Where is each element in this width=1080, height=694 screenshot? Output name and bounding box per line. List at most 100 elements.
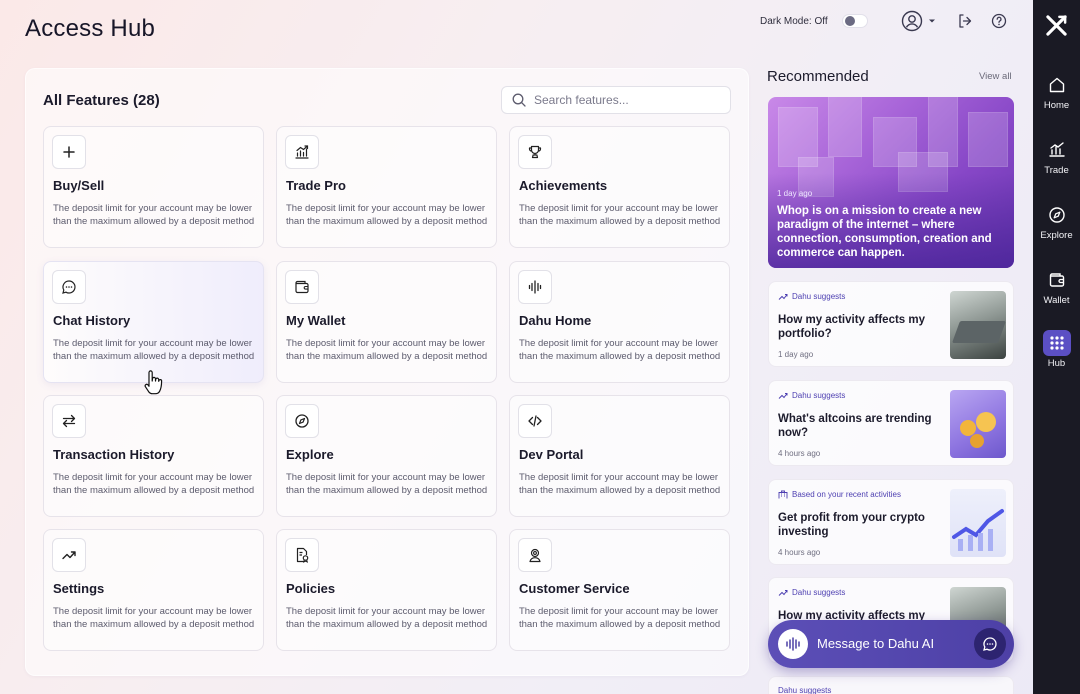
soundwave-icon — [518, 270, 552, 304]
news-source-label: Dahu suggests — [792, 391, 846, 400]
profile-menu-button[interactable] — [899, 10, 939, 32]
search-input[interactable]: Search features... — [501, 86, 731, 114]
hero-image-block — [968, 112, 1008, 167]
swap-arrows-icon — [52, 404, 86, 438]
feature-card-my-wallet[interactable]: My Wallet The deposit limit for your acco… — [276, 261, 497, 383]
feature-card-description: The deposit limit for your account may b… — [519, 606, 721, 630]
feature-card-description: The deposit limit for your account may b… — [53, 203, 255, 227]
sidebar-item-label: Home — [1043, 100, 1070, 111]
trend-up-icon — [778, 589, 788, 596]
features-title: All Features (28) — [43, 92, 160, 109]
news-card[interactable]: Dahu suggests How my activity affects my… — [768, 281, 1014, 367]
ai-chat-button[interactable] — [974, 628, 1006, 660]
sidebar-item-hub[interactable]: Hub — [1033, 330, 1080, 369]
feature-card-title: Settings — [53, 581, 105, 596]
feature-card-description: The deposit limit for your account may b… — [519, 203, 721, 227]
feature-card-description: The deposit limit for your account may b… — [53, 338, 255, 362]
trade-chart-icon — [1043, 137, 1071, 163]
compass-icon — [1043, 202, 1071, 228]
compass-icon — [285, 404, 319, 438]
news-title: Get profit from your crypto investing — [778, 512, 925, 538]
ai-message-label: Message to Dahu AI — [817, 636, 935, 651]
news-time: 4 hours ago — [778, 449, 821, 458]
document-icon — [285, 538, 319, 572]
logout-icon — [959, 14, 972, 28]
hero-article-card[interactable]: 1 day ago Whop is on a mission to create… — [768, 97, 1014, 268]
voice-button[interactable] — [778, 629, 808, 659]
news-card[interactable]: Based on your recent activities Get prof… — [768, 479, 1014, 565]
feature-card-settings[interactable]: Settings The deposit limit for your accou… — [43, 529, 264, 651]
wallet-icon — [285, 270, 319, 304]
trend-up-icon — [52, 538, 86, 572]
help-button[interactable] — [989, 11, 1009, 31]
home-icon — [1043, 72, 1071, 98]
news-source: Dahu suggests — [778, 588, 845, 597]
feature-card-buy-sell[interactable]: Buy/Sell The deposit limit for your accou… — [43, 126, 264, 248]
feature-card-description: The deposit limit for your account may b… — [286, 606, 488, 630]
dark-mode-toggle[interactable] — [842, 14, 868, 28]
wallet-icon — [1043, 267, 1071, 293]
news-source-label: Dahu suggests — [792, 588, 846, 597]
soundwave-icon — [786, 637, 800, 651]
news-source-label: Dahu suggests — [778, 686, 832, 694]
support-icon — [518, 538, 552, 572]
news-title: How my activity affects my portfolio? — [778, 314, 926, 340]
hero-image-block — [828, 97, 862, 157]
news-title: What's altcoins are trending now? — [778, 413, 932, 439]
ai-message-bar[interactable]: Message to Dahu AI — [768, 620, 1014, 668]
app-sidebar: Home Trade Explore Wallet Hub — [1033, 0, 1080, 694]
view-all-link[interactable]: View all — [979, 71, 1012, 82]
sidebar-item-trade[interactable]: Trade — [1033, 137, 1080, 176]
toggle-knob — [845, 16, 855, 26]
sidebar-item-label: Wallet — [1043, 295, 1070, 306]
feature-card-trade-pro[interactable]: Trade Pro The deposit limit for your acco… — [276, 126, 497, 248]
logout-button[interactable] — [955, 11, 975, 31]
trend-up-icon — [778, 293, 788, 300]
news-thumbnail — [950, 489, 1006, 557]
plus-icon — [52, 135, 86, 169]
hero-text: Whop is on a mission to create a new par… — [777, 205, 992, 259]
sidebar-item-wallet[interactable]: Wallet — [1033, 267, 1080, 306]
feature-card-transaction-history[interactable]: Transaction History The deposit limit for… — [43, 395, 264, 517]
news-thumbnail — [950, 390, 1006, 458]
feature-card-description: The deposit limit for your account may b… — [286, 472, 488, 496]
app-logo-icon[interactable] — [1045, 14, 1068, 37]
news-card-peek[interactable]: Dahu suggests — [768, 676, 1014, 694]
hero-time: 1 day ago — [777, 189, 813, 198]
news-source-label: Dahu suggests — [792, 292, 846, 301]
feature-card-customer-service[interactable]: Customer Service The deposit limit for yo… — [509, 529, 730, 651]
feature-card-title: Explore — [286, 447, 334, 462]
feature-card-description: The deposit limit for your account may b… — [286, 203, 488, 227]
dark-mode-label: Dark Mode: Off — [760, 16, 828, 27]
chat-bubble-icon — [983, 637, 997, 651]
feature-card-policies[interactable]: Policies The deposit limit for your accou… — [276, 529, 497, 651]
search-placeholder: Search features... — [534, 93, 629, 107]
sidebar-item-explore[interactable]: Explore — [1033, 202, 1080, 241]
feature-card-achievements[interactable]: Achievements The deposit limit for your a… — [509, 126, 730, 248]
feature-card-explore[interactable]: Explore The deposit limit for your accoun… — [276, 395, 497, 517]
feature-card-dev-portal[interactable]: Dev Portal The deposit limit for your acc… — [509, 395, 730, 517]
feature-card-title: Buy/Sell — [53, 178, 105, 193]
grid-icon — [1042, 330, 1071, 356]
trophy-icon — [518, 135, 552, 169]
chevron-down-icon — [929, 19, 935, 23]
feature-card-title: Policies — [286, 581, 336, 596]
page-title: Access Hub — [25, 15, 156, 42]
feature-card-chat-history[interactable]: Chat History The deposit limit for your a… — [43, 261, 264, 383]
trend-up-icon — [778, 392, 788, 399]
sidebar-item-home[interactable]: Home — [1033, 72, 1080, 111]
news-time: 1 day ago — [778, 350, 814, 359]
news-source: Dahu suggests — [778, 391, 845, 400]
feature-card-title: Customer Service — [519, 581, 630, 596]
feature-card-title: Chat History — [53, 313, 131, 328]
hand-cursor-icon — [144, 370, 163, 395]
news-source: Dahu suggests — [778, 292, 845, 301]
news-time: 4 hours ago — [778, 548, 821, 557]
sidebar-item-label: Explore — [1040, 230, 1073, 241]
growth-chart-image — [952, 509, 1004, 551]
chat-icon — [52, 270, 86, 304]
feature-card-title: Trade Pro — [286, 178, 346, 193]
news-card[interactable]: Dahu suggests What's altcoins are trendi… — [768, 380, 1014, 466]
help-icon — [991, 13, 1007, 29]
feature-card-dahu-home[interactable]: Dahu Home The deposit limit for your acco… — [509, 261, 730, 383]
